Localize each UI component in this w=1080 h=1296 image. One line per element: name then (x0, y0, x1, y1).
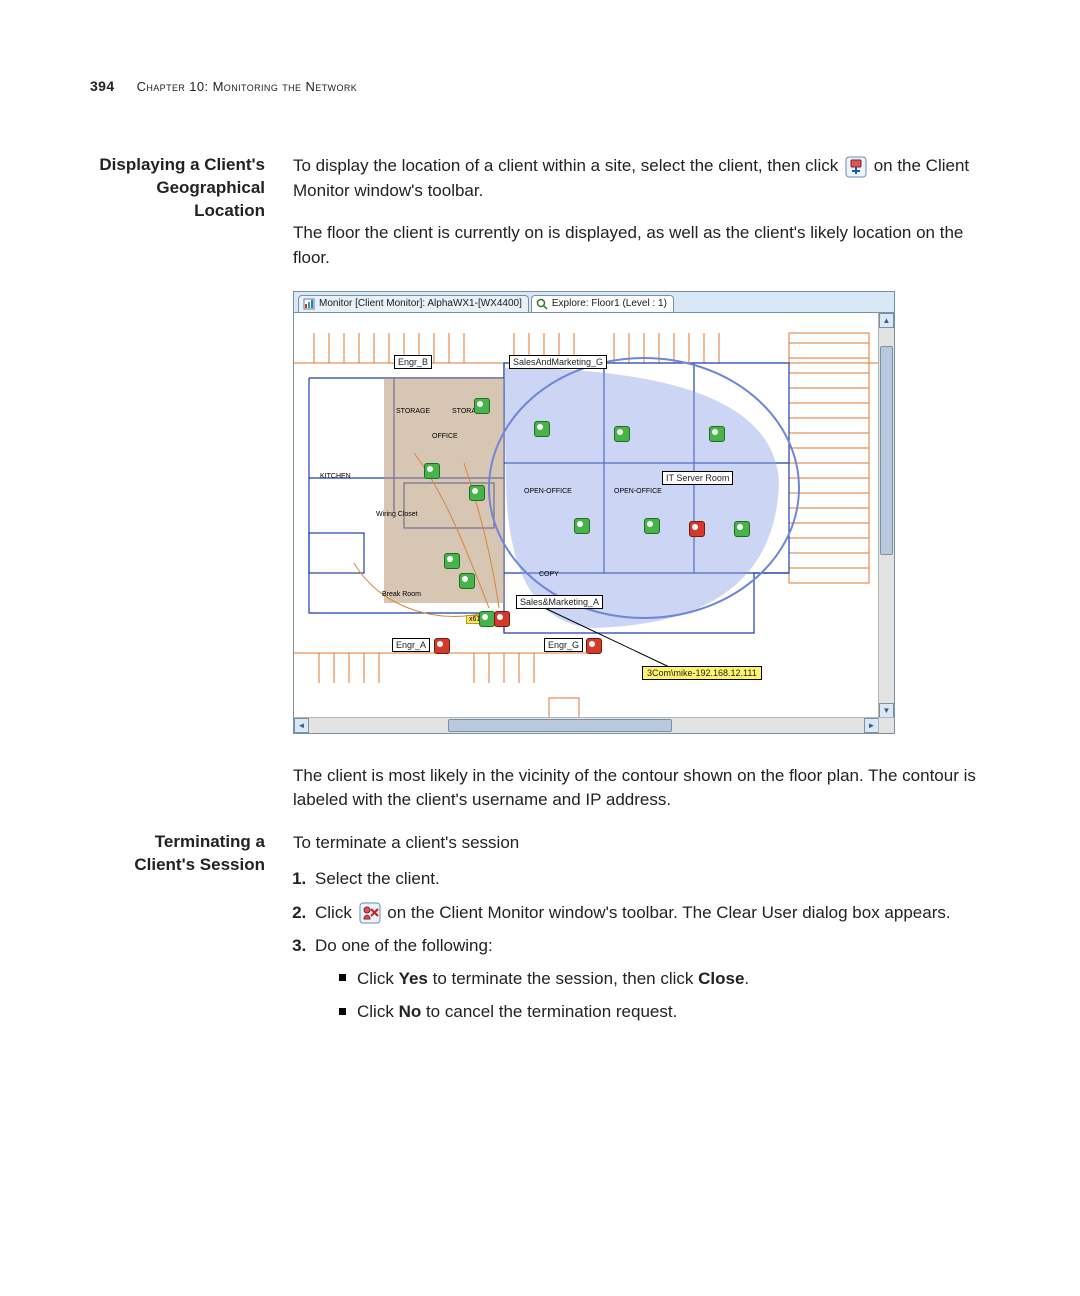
section-displaying-location: Displaying a Client's Geographical Locat… (90, 154, 980, 831)
access-point-icon[interactable] (479, 611, 495, 627)
monitor-icon (303, 298, 315, 310)
access-point-icon[interactable] (424, 463, 440, 479)
room-label-sales-g: SalesAndMarketing_G (509, 355, 607, 369)
access-point-icon[interactable] (474, 398, 490, 414)
text-run: to cancel the termination request. (421, 1002, 677, 1021)
access-point-icon[interactable] (644, 518, 660, 534)
explore-icon (536, 298, 548, 310)
chapter-title: Chapter 10: Monitoring the Network (137, 79, 358, 94)
text-bold: No (399, 1002, 422, 1021)
text-run: . (744, 969, 749, 988)
section-heading: Terminating a Client's Session (90, 831, 265, 877)
text-run: on the Client Monitor window's toolbar. … (387, 903, 950, 922)
access-point-icon[interactable] (734, 521, 750, 537)
access-point-icon[interactable] (494, 611, 510, 627)
tab-client-monitor[interactable]: Monitor [Client Monitor]: AlphaWX1-[WX44… (298, 295, 529, 312)
paragraph: The floor the client is currently on is … (293, 221, 980, 270)
step-item: Do one of the following: Click Yes to te… (311, 932, 980, 1026)
room-label-engr-g: Engr_G (544, 638, 583, 652)
bullet-item: Click No to cancel the termination reque… (339, 998, 980, 1025)
app-window: Monitor [Client Monitor]: AlphaWX1-[WX44… (293, 291, 895, 734)
access-point-icon[interactable] (586, 638, 602, 654)
scroll-thumb[interactable] (448, 719, 672, 732)
running-header: 394 Chapter 10: Monitoring the Network (90, 78, 980, 94)
scroll-down-button[interactable]: ▼ (879, 703, 894, 718)
floor-plan-viewport[interactable]: Engr_B SalesAndMarketing_G IT Server Roo… (294, 313, 894, 733)
label-wiring-closet: Wiring Closet (376, 511, 418, 518)
floor-plan-canvas[interactable]: Engr_B SalesAndMarketing_G IT Server Roo… (294, 313, 879, 718)
step-item: Select the client. (311, 865, 980, 892)
scroll-track[interactable] (309, 718, 864, 733)
access-point-icon[interactable] (574, 518, 590, 534)
step-item: Click on the Client Monitor window's too… (311, 899, 980, 926)
access-point-icon[interactable] (614, 426, 630, 442)
tab-bar: Monitor [Client Monitor]: AlphaWX1-[WX44… (294, 292, 894, 313)
label-break-room: Break Room (382, 591, 421, 598)
label-kitchen: KITCHEN (320, 473, 351, 480)
horizontal-scrollbar[interactable]: ◄ ► (294, 717, 879, 733)
scroll-track[interactable] (879, 328, 894, 703)
section-terminating-session: Terminating a Client's Session To termin… (90, 831, 980, 1032)
tab-label: Monitor [Client Monitor]: AlphaWX1-[WX44… (319, 298, 522, 309)
label-copy: COPY (539, 571, 559, 578)
label-office: OFFICE (432, 433, 458, 440)
tab-label: Explore: Floor1 (Level : 1) (552, 298, 667, 309)
text-run: Select the client. (315, 869, 440, 888)
paragraph: To terminate a client's session (293, 831, 980, 856)
label-storage: STORAGE (396, 408, 430, 415)
access-point-icon[interactable] (709, 426, 725, 442)
scroll-thumb[interactable] (880, 346, 893, 554)
text-run: Click (357, 969, 399, 988)
client-location-tag[interactable]: 3Com\mike-192.168.12.111 (642, 666, 762, 680)
page-number: 394 (90, 78, 115, 94)
scroll-corner (878, 717, 894, 733)
room-label-engr-a: Engr_A (392, 638, 430, 652)
label-open-office: OPEN-OFFICE (524, 488, 572, 495)
clear-user-icon (359, 902, 381, 924)
document-page: 394 Chapter 10: Monitoring the Network D… (0, 0, 1080, 1296)
tab-explore-floor[interactable]: Explore: Floor1 (Level : 1) (531, 295, 674, 312)
text-bold: Close (698, 969, 744, 988)
ordered-steps: Select the client. Click on the Clien (293, 865, 980, 1025)
figure-floor-plan: Monitor [Client Monitor]: AlphaWX1-[WX44… (293, 291, 980, 734)
sub-bullets: Click Yes to terminate the session, then… (315, 965, 980, 1025)
text-run: To display the location of a client with… (293, 156, 843, 175)
bullet-item: Click Yes to terminate the session, then… (339, 965, 980, 992)
paragraph: The client is most likely in the vicinit… (293, 764, 980, 813)
room-label-engr-b: Engr_B (394, 355, 432, 369)
section-heading: Displaying a Client's Geographical Locat… (90, 154, 265, 223)
access-point-icon[interactable] (459, 573, 475, 589)
locate-client-icon (845, 156, 867, 178)
vertical-scrollbar[interactable]: ▲ ▼ (878, 313, 894, 718)
access-point-icon[interactable] (534, 421, 550, 437)
paragraph: To display the location of a client with… (293, 154, 980, 203)
text-bold: Yes (399, 969, 428, 988)
room-label-sales-a: Sales&Marketing_A (516, 595, 603, 609)
text-run: Click (315, 903, 357, 922)
scroll-up-button[interactable]: ▲ (879, 313, 894, 328)
text-run: Click (357, 1002, 399, 1021)
text-run: to terminate the session, then click (428, 969, 698, 988)
access-point-icon[interactable] (689, 521, 705, 537)
access-point-icon[interactable] (434, 638, 450, 654)
scroll-left-button[interactable]: ◄ (294, 718, 309, 733)
access-point-icon[interactable] (444, 553, 460, 569)
text-run: Do one of the following: (315, 936, 493, 955)
room-label-it-server: IT Server Room (662, 471, 733, 485)
label-open-office: OPEN-OFFICE (614, 488, 662, 495)
access-point-icon[interactable] (469, 485, 485, 501)
scroll-right-button[interactable]: ► (864, 718, 879, 733)
